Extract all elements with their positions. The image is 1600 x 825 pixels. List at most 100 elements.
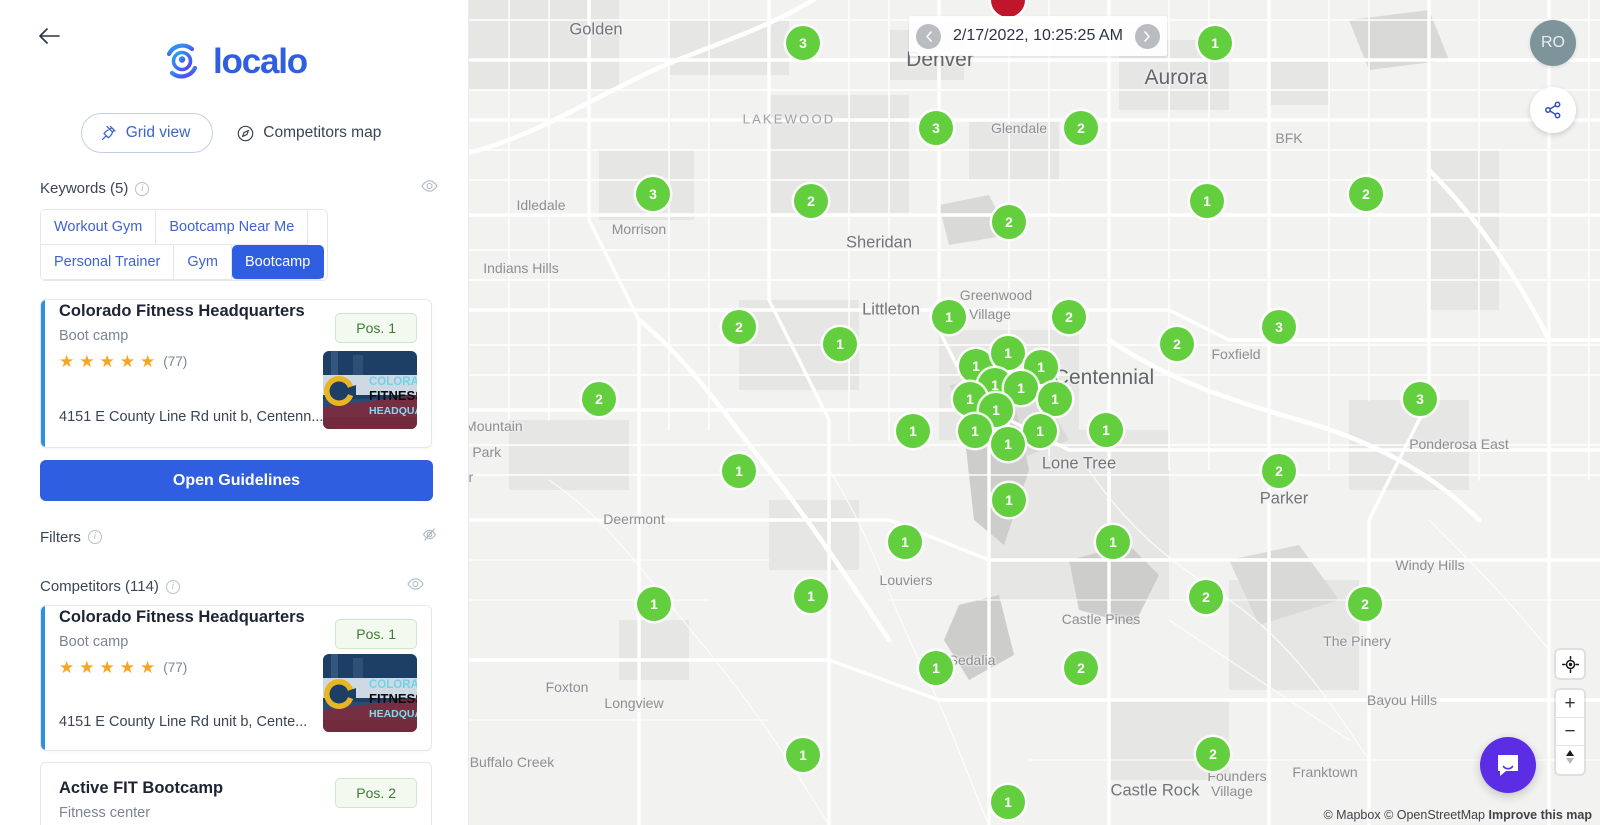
review-count: (77) (163, 354, 187, 369)
map-marker[interactable]: 2 (992, 205, 1026, 239)
attribution-mapbox[interactable]: © Mapbox (1323, 808, 1380, 822)
map-marker[interactable]: 3 (786, 26, 820, 60)
geolocate-button[interactable] (1556, 650, 1584, 678)
date-prev-button[interactable] (916, 24, 941, 49)
compass-icon (237, 125, 254, 142)
map-marker[interactable]: 1 (794, 579, 828, 613)
map-marker[interactable]: 1 (1089, 413, 1123, 447)
tab-grid-view-label: Grid view (126, 124, 191, 142)
svg-text:HEADQUARTER: HEADQUARTER (369, 405, 417, 417)
map-marker[interactable]: 1 (786, 738, 820, 772)
tab-grid-view[interactable]: Grid view (81, 113, 214, 153)
map-marker[interactable]: 1 (888, 525, 922, 559)
map-marker[interactable]: 2 (582, 382, 616, 416)
open-guidelines-button[interactable]: Open Guidelines (40, 460, 433, 501)
star-icon: ★ (120, 353, 135, 370)
map-marker[interactable]: 1 (1023, 414, 1057, 448)
improve-this-map-link[interactable]: Improve this map (1489, 808, 1593, 822)
keywords-label: Keywords (5) (40, 180, 128, 197)
map-marker[interactable]: 2 (1064, 651, 1098, 685)
map-marker[interactable]: 1 (991, 336, 1025, 370)
star-icon: ★ (140, 353, 155, 370)
brand-name: localo (213, 44, 307, 79)
sidebar: localo Grid view Competitors map Keyword… (0, 0, 469, 825)
date-navigator[interactable]: 2/17/2022, 10:25:25 AM (909, 16, 1167, 56)
keyword-chip-workout-gym[interactable]: Workout Gym (41, 210, 156, 245)
eye-icon (421, 179, 438, 193)
svg-text:FITNESS: FITNESS (369, 691, 417, 706)
keyword-chip-personal-trainer[interactable]: Personal Trainer (41, 245, 174, 280)
map-attribution: © Mapbox © OpenStreetMap Improve this ma… (1323, 808, 1592, 822)
keyword-chip-bootcamp[interactable]: Bootcamp (232, 245, 324, 280)
business-card[interactable]: Colorado Fitness Headquarters Boot camp … (40, 299, 432, 448)
star-icon: ★ (79, 353, 94, 370)
competitors-list[interactable]: Colorado Fitness Headquarters Boot camp … (40, 605, 432, 825)
map-marker[interactable]: 1 (992, 483, 1026, 517)
map-marker[interactable]: 2 (794, 184, 828, 218)
map-marker[interactable]: 2 (1064, 111, 1098, 145)
filters-visibility-toggle[interactable] (421, 527, 438, 547)
zoom-out-button[interactable]: − (1556, 718, 1584, 746)
svg-text:COLORADO: COLORADO (369, 376, 417, 388)
map-marker[interactable]: 1 (991, 427, 1025, 461)
position-badge: Pos. 1 (335, 313, 417, 343)
competitors-map[interactable]: 2/17/2022, 10:25:25 AM RO (469, 0, 1600, 825)
date-next-button[interactable] (1135, 24, 1160, 49)
map-marker[interactable]: 2 (1348, 587, 1382, 621)
map-marker[interactable]: 1 (896, 414, 930, 448)
svg-text:FITNESS: FITNESS (369, 388, 417, 403)
list-item[interactable]: Colorado Fitness Headquarters Boot camp … (40, 605, 432, 751)
info-icon[interactable]: i (88, 530, 102, 544)
map-marker[interactable]: 2 (1196, 737, 1230, 771)
localo-target-icon (161, 40, 203, 82)
map-marker[interactable]: 1 (919, 651, 953, 685)
map-marker[interactable]: 1 (637, 587, 671, 621)
map-marker[interactable]: 2 (722, 310, 756, 344)
map-marker[interactable]: 1 (1096, 525, 1130, 559)
eye-slash-icon (421, 527, 438, 542)
competitor-title: Active FIT Bootcamp (59, 779, 309, 798)
zoom-controls: + − (1556, 690, 1584, 774)
avatar[interactable]: RO (1530, 20, 1576, 66)
map-marker[interactable]: 1 (1038, 382, 1072, 416)
filters-label: Filters (40, 529, 81, 546)
tab-competitors-map[interactable]: Competitors map (231, 114, 387, 152)
share-icon (1543, 100, 1563, 120)
map-marker[interactable]: 3 (636, 177, 670, 211)
competitor-title: Colorado Fitness Headquarters (59, 608, 309, 627)
map-marker[interactable]: 2 (1160, 327, 1194, 361)
chat-launcher-button[interactable] (1480, 737, 1536, 793)
map-marker[interactable]: 1 (958, 414, 992, 448)
info-icon[interactable]: i (166, 580, 180, 594)
info-icon[interactable]: i (135, 182, 149, 196)
map-marker[interactable]: 3 (1403, 382, 1437, 416)
map-marker[interactable]: 1 (932, 300, 966, 334)
geolocate-icon (1562, 656, 1579, 673)
map-marker[interactable]: 1 (991, 785, 1025, 819)
map-marker[interactable]: 2 (1349, 177, 1383, 211)
keywords-visibility-toggle[interactable] (421, 179, 438, 198)
map-marker[interactable]: 1 (823, 327, 857, 361)
compass-button[interactable] (1556, 746, 1584, 774)
keyword-chip-gym[interactable]: Gym (174, 245, 232, 280)
zoom-in-button[interactable]: + (1556, 690, 1584, 718)
map-marker[interactable]: 1 (722, 454, 756, 488)
map-marker[interactable]: 1 (1198, 26, 1232, 60)
map-marker[interactable]: 2 (1262, 454, 1296, 488)
back-arrow-icon (38, 28, 60, 44)
map-marker[interactable]: 2 (1052, 300, 1086, 334)
attribution-osm[interactable]: © OpenStreetMap (1384, 808, 1485, 822)
map-marker[interactable]: 2 (1189, 580, 1223, 614)
map-marker[interactable]: 3 (919, 111, 953, 145)
back-button[interactable] (36, 23, 62, 49)
star-icon: ★ (79, 659, 94, 676)
competitors-visibility-toggle[interactable] (407, 577, 424, 596)
keyword-chip-bootcamp-near-me[interactable]: Bootcamp Near Me (156, 210, 308, 245)
tab-competitors-map-label: Competitors map (263, 124, 381, 142)
list-item[interactable]: Active FIT Bootcamp Fitness center Pos. … (40, 762, 432, 825)
map-marker[interactable]: 3 (1262, 310, 1296, 344)
brand-logo[interactable]: localo (0, 0, 468, 82)
share-button[interactable] (1530, 87, 1576, 133)
eye-icon (407, 577, 424, 591)
map-marker[interactable]: 1 (1190, 184, 1224, 218)
